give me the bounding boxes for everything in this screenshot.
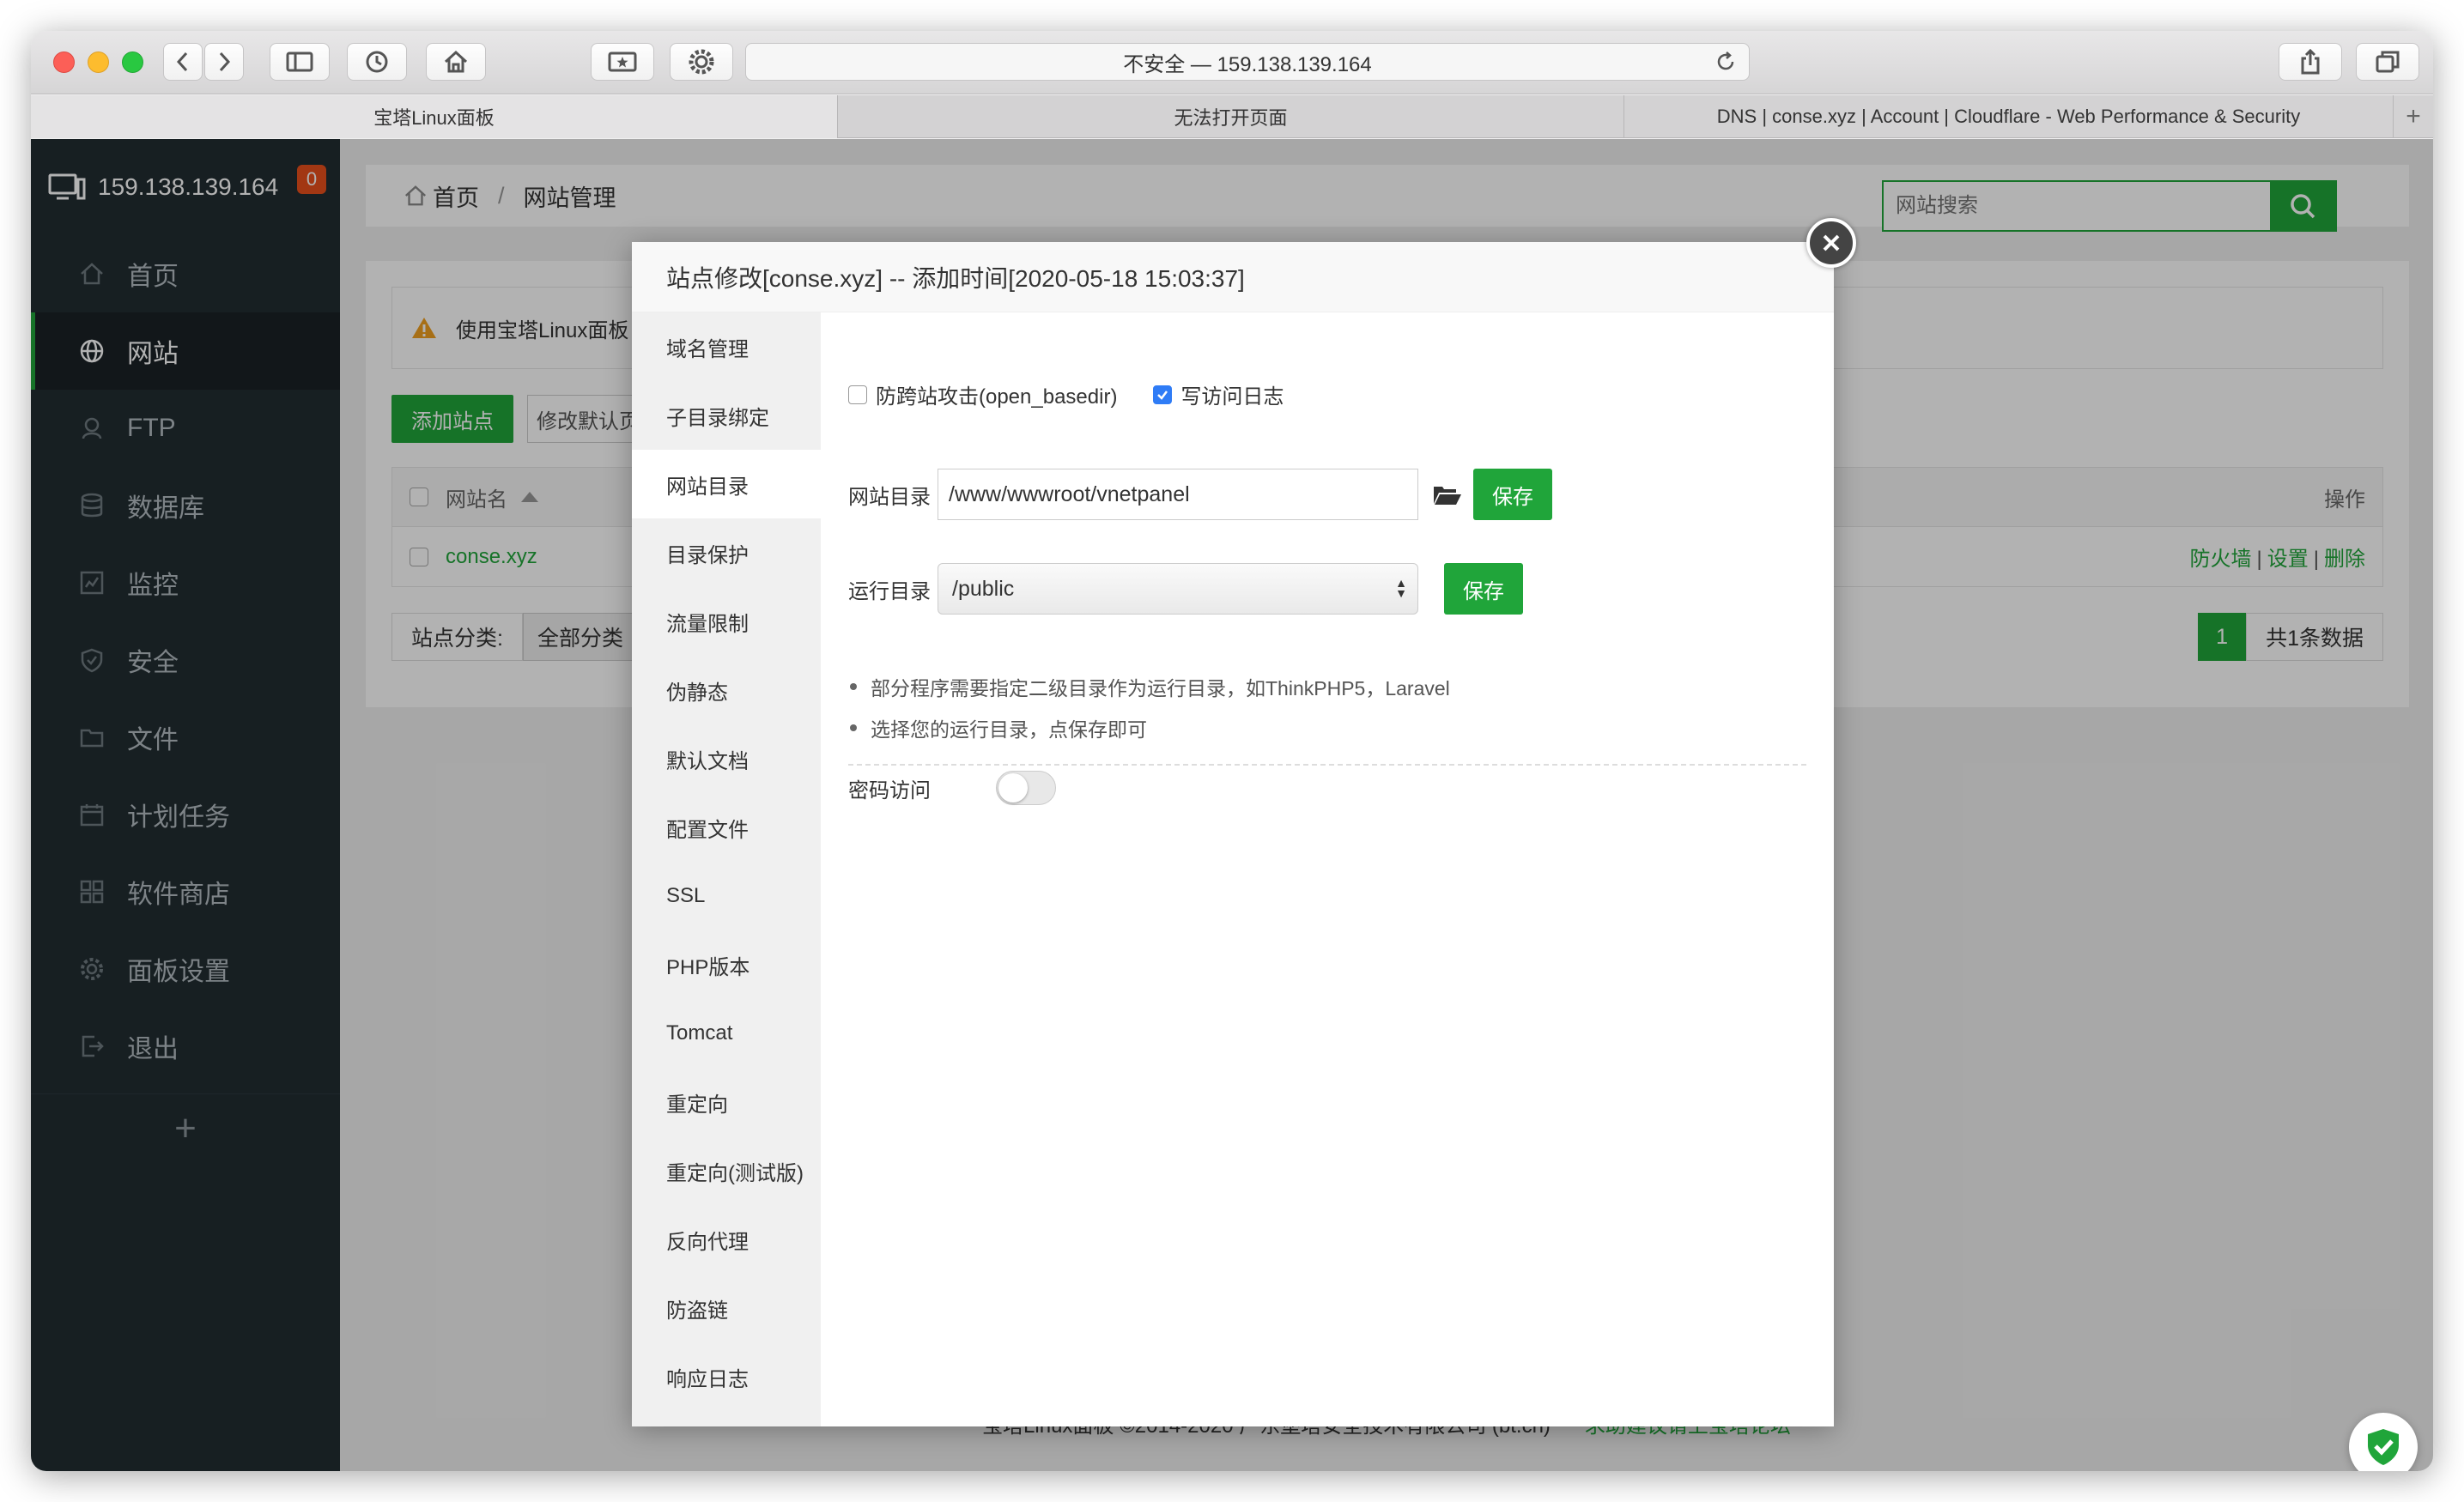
save-run-dir-button[interactable]: 保存 [1444, 563, 1523, 615]
close-icon [1823, 234, 1840, 251]
modal-nav-item[interactable]: Tomcat [632, 999, 821, 1068]
zoom-window-button[interactable] [122, 51, 143, 73]
star-icon [608, 51, 637, 72]
tab-label: 无法打开页面 [1174, 107, 1288, 129]
password-access-toggle[interactable] [996, 771, 1056, 805]
option-checks: 防跨站攻击(open_basedir) 写访问日志 [848, 379, 1284, 409]
address-bar[interactable]: 不安全 — 159.138.139.164 [745, 43, 1750, 81]
modal-nav-item[interactable]: 反向代理 [632, 1205, 821, 1274]
save-site-dir-button[interactable]: 保存 [1473, 469, 1552, 520]
modal-nav: 域名管理 子目录绑定 网站目录 目录保护 流量限制 伪静态 默认文档 配置文件 SSL PHP版本… [632, 312, 821, 1426]
password-access-row: 密码访问 [848, 771, 1056, 805]
modal-nav-item[interactable]: 配置文件 [632, 793, 821, 862]
modal-nav-item[interactable]: 网站目录 [632, 450, 821, 518]
sidebar-toggle-button[interactable] [270, 43, 330, 81]
run-dir-value: /public [952, 576, 1015, 601]
page-content: 159.138.139.164 0 首页 网站 FTP 数据库 监控 安全 文件… [31, 139, 2433, 1471]
share-button[interactable] [2279, 43, 2342, 81]
modal-nav-item[interactable]: 默认文档 [632, 724, 821, 793]
select-arrows-icon: ▲ ▼ [1395, 576, 1407, 600]
modal-nav-item[interactable]: PHP版本 [632, 930, 821, 999]
tabs-icon [2376, 51, 2400, 73]
tab-label: DNS | conse.xyz | Account | Cloudflare -… [1716, 106, 2301, 127]
password-access-label: 密码访问 [848, 778, 931, 802]
access-log-label: 写访问日志 [1180, 385, 1284, 409]
modal-nav-item[interactable]: 子目录绑定 [632, 381, 821, 450]
forward-button[interactable] [204, 43, 244, 81]
shield-check-icon [2368, 1429, 2399, 1465]
folder-open-icon[interactable] [1432, 481, 1463, 507]
modal-nav-item[interactable]: 响应日志 [632, 1342, 821, 1411]
run-dir-select[interactable]: /public ▲ ▼ [938, 563, 1418, 615]
new-tab-button[interactable]: + [2394, 95, 2433, 137]
modal-close-button[interactable] [1806, 218, 1856, 268]
gear-icon [689, 49, 714, 75]
toggle-knob [998, 773, 1028, 802]
modal-title: 站点修改[conse.xyz] -- 添加时间[2020-05-18 15:03… [632, 242, 1834, 312]
open-basedir-label: 防跨站攻击(open_basedir) [876, 385, 1118, 409]
tab-cannot-open[interactable]: 无法打开页面 [838, 95, 1624, 138]
modal-nav-item[interactable]: SSL [632, 862, 821, 930]
tab-label: 宝塔Linux面板 [373, 107, 495, 129]
modal-nav-item[interactable]: 重定向(测试版) [632, 1136, 821, 1205]
address-text: 不安全 — 159.138.139.164 [1123, 52, 1372, 76]
run-dir-label: 运行目录 [848, 579, 931, 603]
modal-nav-item[interactable]: 目录保护 [632, 518, 821, 587]
tips-list: 部分程序需要指定二级目录作为运行目录，如ThinkPHP5，Laravel 选择… [848, 666, 1806, 766]
house-icon [444, 50, 468, 73]
site-dir-row: 网站目录 /www/wwwroot/vnetpanel 保存 [848, 469, 1552, 520]
clock-icon [366, 51, 388, 73]
home-button[interactable] [426, 43, 486, 81]
close-window-button[interactable] [53, 51, 75, 73]
site-dir-input[interactable]: /www/wwwroot/vnetpanel [938, 469, 1418, 520]
bookmark-extension-button[interactable] [591, 43, 654, 81]
tab-overview-button[interactable] [2356, 43, 2419, 81]
access-log-checkbox[interactable] [1153, 385, 1173, 404]
minimize-window-button[interactable] [88, 51, 109, 73]
tip-item: 部分程序需要指定二级目录作为运行目录，如ThinkPHP5，Laravel [848, 666, 1806, 707]
open-basedir-checkbox[interactable] [848, 385, 867, 404]
site-dir-label: 网站目录 [848, 485, 931, 509]
tab-bar: 宝塔Linux面板 无法打开页面 DNS | conse.xyz | Accou… [31, 95, 2433, 138]
history-button[interactable] [347, 43, 407, 81]
reload-icon[interactable] [1714, 51, 1737, 79]
modal-nav-item[interactable]: 流量限制 [632, 587, 821, 656]
modal-nav-item[interactable]: 伪静态 [632, 656, 821, 724]
browser-window: 不安全 — 159.138.139.164 宝塔Linux面板 无法打开页面 D… [31, 31, 2433, 1471]
modal-nav-item[interactable]: 防盗链 [632, 1274, 821, 1342]
chevron-right-icon [219, 51, 231, 72]
modal-nav-item[interactable]: 域名管理 [632, 312, 821, 381]
site-edit-modal: 站点修改[conse.xyz] -- 添加时间[2020-05-18 15:03… [632, 218, 1856, 1426]
tip-item: 选择您的运行目录，点保存即可 [848, 707, 1806, 748]
sidebar-icon [286, 51, 313, 72]
browser-toolbar: 不安全 — 159.138.139.164 [31, 31, 2433, 94]
tab-baota-panel[interactable]: 宝塔Linux面板 [31, 95, 838, 138]
share-icon [2301, 48, 2320, 75]
modal-nav-item[interactable]: 重定向 [632, 1068, 821, 1136]
chevron-left-icon [176, 51, 188, 72]
extension-gear-button[interactable] [670, 43, 733, 81]
run-dir-row: 运行目录 /public ▲ ▼ 保存 [848, 563, 1523, 615]
tab-cloudflare-dns[interactable]: DNS | conse.xyz | Account | Cloudflare -… [1624, 95, 2394, 138]
back-button[interactable] [163, 43, 203, 81]
